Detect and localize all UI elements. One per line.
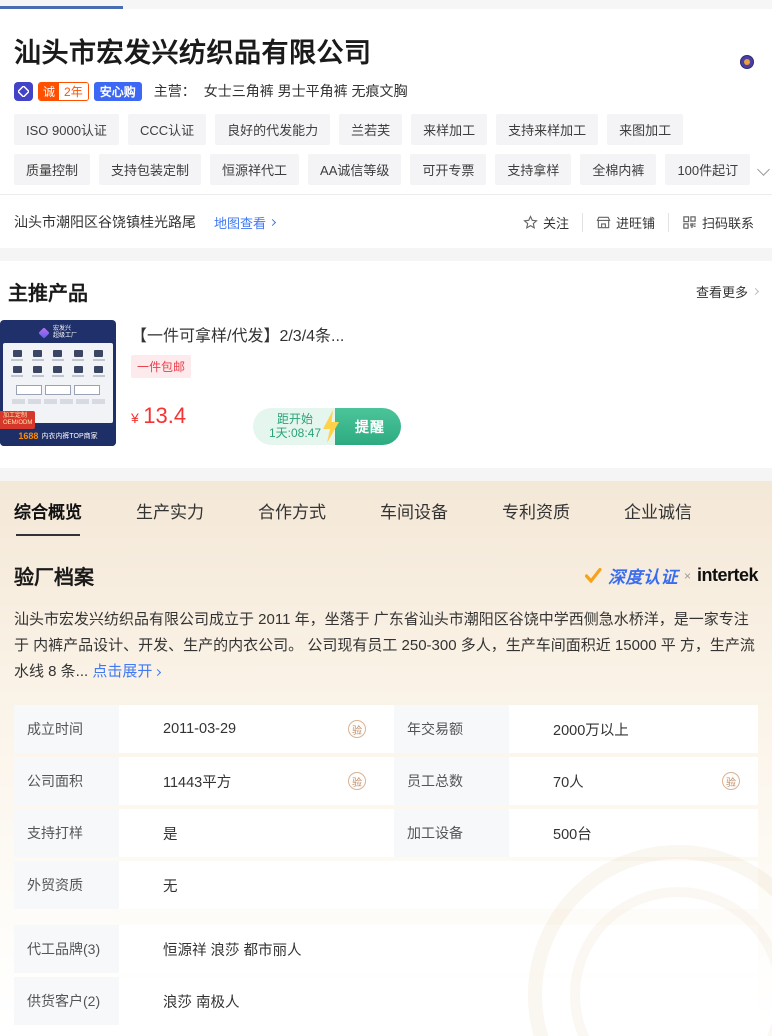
countdown-pill: 距开始 1天:08:47 提醒 — [253, 408, 402, 445]
tab-bar: 综合概览 生产实力 合作方式 车间设备 专利资质 企业诚信 — [14, 481, 758, 536]
qr-contact-button[interactable]: 扫码联系 — [667, 212, 754, 232]
view-more-link[interactable]: 查看更多 — [696, 282, 760, 301]
tag: ISO 9000认证 — [14, 114, 119, 145]
featured-products-section: 主推产品 查看更多 宏发兴 超级工厂 1688 内衣内裤TOP商家 加工定制 O… — [0, 261, 772, 468]
products-header: 主推产品 查看更多 — [0, 261, 760, 320]
chevron-right-icon — [268, 218, 277, 226]
tag: CCC认证 — [127, 114, 207, 145]
tag: 支持包装定制 — [99, 154, 202, 185]
top-scroll-strip — [0, 0, 772, 9]
oem-ribbon: 加工定制 OEM/ODM — [0, 411, 36, 429]
main-products-value: 女士三角裤 男士平角裤 无痕文胸 — [203, 83, 408, 99]
enter-shop-button[interactable]: 进旺铺 — [581, 212, 668, 232]
audit-header: 验厂档案 深度认证 × intertek — [14, 561, 759, 590]
audit-section: 综合概览 生产实力 合作方式 车间设备 专利资质 企业诚信 验厂档案 深度认证 … — [0, 481, 772, 1036]
tag: AA诚信等级 — [308, 154, 402, 185]
tag: 支持来样加工 — [496, 114, 599, 145]
check-icon — [584, 568, 602, 583]
chevron-right-icon — [154, 668, 162, 676]
verified-badge: 验 — [348, 772, 366, 790]
tag: 100件起订 — [665, 154, 751, 185]
chevron-down-icon[interactable] — [757, 163, 771, 176]
tab-cooperation[interactable]: 合作方式 — [258, 498, 326, 536]
company-info-table: 成立时间 2011-03-29 验 年交易额 2000万以上 公司面积 1144… — [14, 705, 772, 1036]
verified-badge: 验 — [348, 720, 366, 738]
follow-button[interactable]: 关注 — [510, 213, 582, 232]
tab-overview[interactable]: 综合概览 — [14, 498, 82, 536]
free-shipping-tag: 一件包邮 — [131, 355, 192, 378]
brand-shield-icon — [14, 81, 33, 101]
expand-link[interactable]: 点击展开 — [92, 659, 162, 685]
tag: 恒源祥代工 — [210, 154, 300, 185]
main-products-label: 主营： — [153, 83, 196, 99]
product-info: 【一件可拿样/代发】2/3/4条... 一件包邮 ¥ 13.4 距开始 1天:0… — [131, 320, 758, 446]
tag: 良好的代发能力 — [215, 114, 331, 145]
section-title: 主推产品 — [8, 283, 88, 305]
anxingou-badge[interactable]: 安心购 — [93, 81, 142, 101]
shop-icon — [596, 216, 611, 228]
intertek-logo: intertek — [696, 565, 759, 585]
company-description: 汕头市宏发兴纺织品有限公司成立于 2011 年，坐落于 广东省汕头市潮阳区谷饶中… — [14, 607, 758, 693]
table-row: 公司面积 11443平方 验 员工总数 70人 验 — [14, 757, 758, 805]
page-title: 汕头市宏发兴纺织品有限公司 — [14, 38, 372, 68]
medal-icon[interactable] — [740, 55, 754, 69]
tab-patents[interactable]: 专利资质 — [502, 498, 570, 536]
tab-credit[interactable]: 企业诚信 — [624, 498, 692, 536]
table-row: 供货客户(2) 浪莎 南极人 — [14, 977, 758, 1025]
table-row: 支持打样 是 加工设备 500台 — [14, 809, 758, 857]
address-bar: 汕头市潮阳区谷饶镇桂光路尾 地图查看 关注 进旺铺 扫码联系 — [0, 194, 772, 248]
header-actions: 关注 进旺铺 扫码联系 — [510, 212, 754, 232]
company-header: 汕头市宏发兴纺织品有限公司 诚 2年 安心购 主营： 女士三角裤 男士平角裤 无… — [0, 9, 772, 248]
capability-tags: ISO 9000认证 CCC认证 良好的代发能力 兰若芙 来样加工 支持来样加工… — [14, 114, 771, 185]
company-address: 汕头市潮阳区谷饶镇桂光路尾 — [14, 214, 196, 230]
tag: 可开专票 — [410, 154, 487, 185]
tag: 质量控制 — [14, 154, 91, 185]
table-row: 成立时间 2011-03-29 验 年交易额 2000万以上 — [14, 705, 758, 753]
integrity-badge[interactable]: 诚 2年 — [38, 81, 89, 101]
star-icon — [523, 214, 538, 229]
tag: 来样加工 — [411, 114, 488, 145]
product-title[interactable]: 【一件可拿样/代发】2/3/4条... — [131, 322, 758, 346]
lightning-bolt-icon — [323, 410, 339, 443]
table-row: 代工品牌(3) 恒源祥 浪莎 都市丽人 — [14, 925, 758, 973]
qr-code-icon — [683, 215, 696, 229]
tag: 全棉内裤 — [580, 154, 657, 185]
tag: 支持拿样 — [495, 154, 572, 185]
service-icon-grid — [7, 348, 109, 381]
remind-button[interactable]: 提醒 — [335, 408, 402, 445]
tag-row-2: 质量控制 支持包装定制 恒源祥代工 AA诚信等级 可开专票 支持拿样 全棉内裤 … — [14, 154, 771, 185]
deep-cert-logo: 深度认证 — [607, 568, 678, 587]
section-title: 验厂档案 — [14, 567, 94, 589]
tag: 兰若芙 — [339, 114, 403, 145]
certification-logos: 深度认证 × intertek — [584, 563, 759, 588]
section-divider — [0, 248, 772, 261]
tag: 来图加工 — [607, 114, 684, 145]
section-divider — [0, 468, 772, 481]
chevron-right-icon — [751, 287, 760, 296]
map-view-link[interactable]: 地图查看 — [214, 213, 277, 232]
product-price: ¥ 13.4 — [131, 403, 187, 428]
product-card: 宏发兴 超级工厂 1688 内衣内裤TOP商家 加工定制 OEM/ODM 【一件… — [0, 320, 758, 468]
tab-production[interactable]: 生产实力 — [136, 498, 204, 536]
diamond-logo-icon — [38, 327, 50, 339]
table-row: 外贸资质 无 — [14, 861, 758, 909]
product-image[interactable]: 宏发兴 超级工厂 1688 内衣内裤TOP商家 加工定制 OEM/ODM — [0, 320, 116, 446]
badge-row: 诚 2年 安心购 主营： 女士三角裤 男士平角裤 无痕文胸 — [14, 81, 758, 101]
tab-equipment[interactable]: 车间设备 — [380, 498, 448, 536]
tag-row-1: ISO 9000认证 CCC认证 良好的代发能力 兰若芙 来样加工 支持来样加工… — [14, 114, 758, 145]
verified-badge: 验 — [722, 772, 740, 790]
